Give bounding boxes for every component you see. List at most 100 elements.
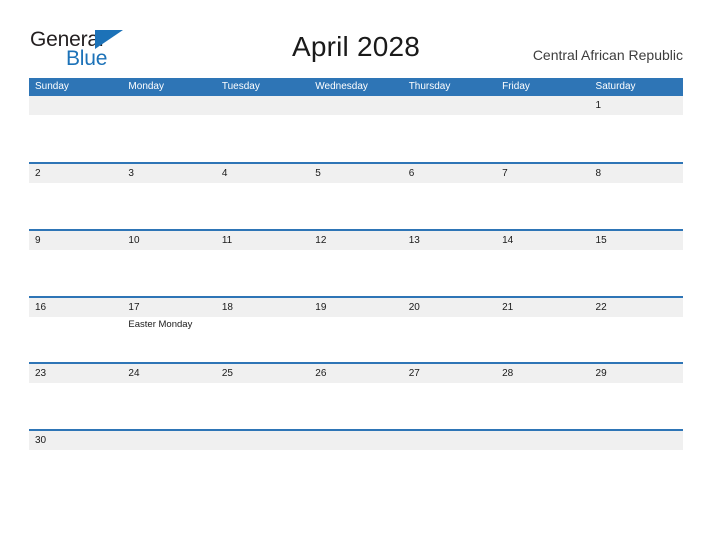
day-cell[interactable]: 28	[496, 364, 590, 429]
day-cell[interactable]: 19	[309, 298, 403, 362]
day-cell[interactable]: 20	[402, 298, 497, 362]
day-events	[309, 115, 402, 117]
day-events	[122, 250, 215, 252]
day-events	[122, 383, 215, 385]
day-cell[interactable]: 3	[122, 164, 216, 229]
day-cell[interactable]: 10	[122, 231, 216, 296]
weekday-tuesday: Tuesday	[221, 81, 260, 92]
day-events	[403, 250, 496, 252]
day-cell[interactable]: 5	[309, 164, 403, 229]
day-number-band: 19	[309, 298, 403, 317]
day-number-band: 18	[215, 298, 310, 317]
day-number-band: 28	[496, 364, 590, 383]
day-number-band: 27	[402, 364, 497, 383]
day-cell[interactable]	[122, 96, 216, 162]
week-row: 2 3 4 5 6 7 8	[29, 162, 683, 229]
day-events	[403, 317, 496, 319]
event-label: Easter Monday	[128, 319, 193, 330]
day-cell[interactable]	[215, 96, 310, 162]
day-cell[interactable]: 16	[29, 298, 123, 362]
day-cell[interactable]: 24	[122, 364, 216, 429]
day-events	[496, 383, 589, 385]
day-cell[interactable]	[402, 431, 497, 475]
day-cell[interactable]: 27	[402, 364, 497, 429]
day-number-band: 17	[122, 298, 216, 317]
day-events	[403, 115, 496, 117]
day-cell[interactable]: 13	[402, 231, 497, 296]
day-events	[216, 115, 309, 117]
day-number: 10	[128, 235, 140, 246]
day-number-band	[215, 96, 310, 115]
day-events	[216, 317, 309, 319]
day-cell[interactable]: 12	[309, 231, 403, 296]
day-cell[interactable]: 1	[589, 96, 683, 162]
day-cell[interactable]: 11	[215, 231, 310, 296]
day-number-band: 11	[215, 231, 310, 250]
day-cell[interactable]: 25	[215, 364, 310, 429]
day-events	[29, 383, 122, 385]
day-cell[interactable]: 2	[29, 164, 123, 229]
week-row: 16 17 Easter Monday 18 19 20 21 22	[29, 296, 683, 362]
day-number: 26	[315, 368, 327, 379]
day-cell[interactable]	[309, 431, 403, 475]
day-number-band: 26	[309, 364, 403, 383]
day-number: 27	[408, 368, 420, 379]
day-cell[interactable]: 9	[29, 231, 123, 296]
day-cell[interactable]	[29, 96, 123, 162]
day-cell[interactable]: 17 Easter Monday	[122, 298, 216, 362]
day-number: 12	[315, 235, 327, 246]
weekday-header-row: Sunday Monday Tuesday Wednesday Thursday…	[29, 78, 683, 96]
day-cell[interactable]	[402, 96, 497, 162]
day-cell[interactable]: 14	[496, 231, 590, 296]
day-events	[309, 250, 402, 252]
day-cell[interactable]	[496, 96, 590, 162]
day-number-band: 22	[589, 298, 683, 317]
day-number-band	[496, 431, 590, 450]
day-number: 7	[502, 168, 508, 179]
day-number-band: 2	[29, 164, 123, 183]
day-number-band: 13	[402, 231, 497, 250]
day-cell[interactable]: 22	[589, 298, 683, 362]
day-cell[interactable]: 15	[589, 231, 683, 296]
day-cell[interactable]	[496, 431, 590, 475]
weekday-thursday: Thursday	[408, 81, 451, 92]
day-cell[interactable]: 7	[496, 164, 590, 229]
day-events	[496, 183, 589, 185]
day-cell[interactable]: 8	[589, 164, 683, 229]
day-events	[590, 183, 683, 185]
day-events	[29, 250, 122, 252]
day-number: 8	[595, 168, 602, 179]
day-events	[29, 115, 122, 117]
day-number-band: 14	[496, 231, 590, 250]
day-number: 23	[35, 368, 47, 379]
day-cell[interactable]	[589, 431, 683, 475]
day-number: 6	[408, 168, 415, 179]
day-number-band	[122, 431, 216, 450]
calendar-page: General Blue April 2028 Central African …	[0, 0, 712, 550]
day-cell[interactable]: 26	[309, 364, 403, 429]
day-cell[interactable]: 18	[215, 298, 310, 362]
day-number: 4	[221, 168, 228, 179]
day-cell[interactable]: 4	[215, 164, 310, 229]
day-number-band: 1	[589, 96, 683, 115]
weekday-wednesday: Wednesday	[315, 81, 368, 92]
day-number: 25	[221, 368, 233, 379]
day-number-band: 5	[309, 164, 403, 183]
day-cell[interactable]: 30	[29, 431, 123, 475]
day-cell[interactable]: 23	[29, 364, 123, 429]
day-cell[interactable]	[122, 431, 216, 475]
weekday-friday: Friday	[502, 81, 530, 92]
day-events	[29, 183, 122, 185]
day-cell[interactable]	[309, 96, 403, 162]
day-events	[29, 450, 122, 452]
day-events	[496, 450, 589, 452]
day-cell[interactable]: 29	[589, 364, 683, 429]
day-number-band: 30	[29, 431, 123, 450]
day-events	[590, 317, 683, 319]
day-number-band	[309, 96, 403, 115]
day-cell[interactable]	[215, 431, 310, 475]
day-cell[interactable]: 21	[496, 298, 590, 362]
day-number-band	[29, 96, 123, 115]
day-number-band: 21	[496, 298, 590, 317]
day-cell[interactable]: 6	[402, 164, 497, 229]
